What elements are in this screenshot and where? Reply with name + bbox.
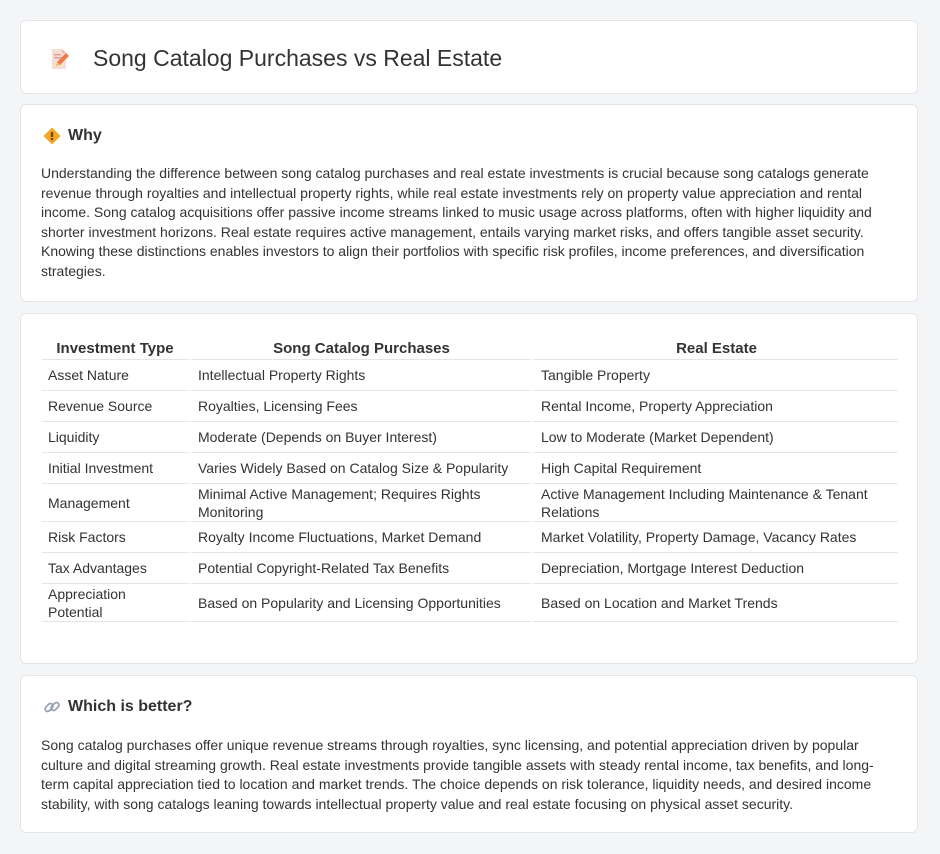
real-estate-cell: Based on Location and Market Trends: [531, 584, 898, 622]
song-catalog-cell: Moderate (Depends on Buyer Interest): [188, 422, 531, 453]
which-is-better-section: Which is better? Song catalog purchases …: [20, 675, 918, 833]
document-pencil-icon: [52, 48, 69, 69]
row-label: Risk Factors: [42, 522, 188, 553]
row-label: Asset Nature: [42, 360, 188, 391]
comparison-table: Investment Type Song Catalog Purchases R…: [42, 335, 898, 622]
real-estate-cell: Depreciation, Mortgage Interest Deductio…: [531, 553, 898, 584]
comparison-table-card: Investment Type Song Catalog Purchases R…: [20, 313, 918, 664]
header-song-catalog: Song Catalog Purchases: [188, 335, 531, 360]
table-row: Tax Advantages Potential Copyright-Relat…: [42, 553, 898, 584]
real-estate-cell: High Capital Requirement: [531, 453, 898, 484]
row-label: Revenue Source: [42, 391, 188, 422]
table-row: Management Minimal Active Management; Re…: [42, 484, 898, 522]
table-header-row: Investment Type Song Catalog Purchases R…: [42, 335, 898, 360]
page-title: Song Catalog Purchases vs Real Estate: [93, 45, 503, 71]
why-section: Why Understanding the difference between…: [20, 104, 918, 302]
better-paragraph: Song catalog purchases offer unique reve…: [41, 737, 874, 812]
table-row: Asset Nature Intellectual Property Right…: [42, 360, 898, 391]
header-investment-type: Investment Type: [42, 335, 188, 360]
real-estate-cell: Tangible Property: [531, 360, 898, 391]
real-estate-cell: Low to Moderate (Market Dependent): [531, 422, 898, 453]
row-label: Tax Advantages: [42, 553, 188, 584]
why-heading: Why: [68, 127, 102, 144]
song-catalog-cell: Based on Popularity and Licensing Opport…: [188, 584, 531, 622]
song-catalog-cell: Potential Copyright-Related Tax Benefits: [188, 553, 531, 584]
better-heading-row: Which is better?: [43, 698, 192, 716]
table-row: Risk Factors Royalty Income Fluctuations…: [42, 522, 898, 553]
song-catalog-cell: Royalties, Licensing Fees: [188, 391, 531, 422]
why-heading-row: Why: [43, 127, 102, 145]
row-label: Initial Investment: [42, 453, 188, 484]
table-row: Liquidity Moderate (Depends on Buyer Int…: [42, 422, 898, 453]
song-catalog-cell: Varies Widely Based on Catalog Size & Po…: [188, 453, 531, 484]
title-row: Song Catalog Purchases vs Real Estate: [47, 45, 502, 72]
real-estate-cell: Rental Income, Property Appreciation: [531, 391, 898, 422]
header-card: Song Catalog Purchases vs Real Estate: [20, 20, 918, 94]
song-catalog-cell: Intellectual Property Rights: [188, 360, 531, 391]
song-catalog-cell: Minimal Active Management; Requires Righ…: [188, 484, 531, 522]
song-catalog-cell: Royalty Income Fluctuations, Market Dema…: [188, 522, 531, 553]
diamond-sign-icon: [43, 127, 61, 145]
header-real-estate: Real Estate: [531, 335, 898, 360]
table-row: Revenue Source Royalties, Licensing Fees…: [42, 391, 898, 422]
row-label: Management: [42, 484, 188, 522]
table-row: Appreciation Potential Based on Populari…: [42, 584, 898, 622]
why-paragraph: Understanding the difference between son…: [41, 165, 872, 279]
better-heading: Which is better?: [68, 698, 193, 715]
link-icon: [44, 701, 60, 713]
real-estate-cell: Active Management Including Maintenance …: [531, 484, 898, 522]
row-label: Liquidity: [42, 422, 188, 453]
row-label: Appreciation Potential: [42, 584, 188, 622]
real-estate-cell: Market Volatility, Property Damage, Vaca…: [531, 522, 898, 553]
table-row: Initial Investment Varies Widely Based o…: [42, 453, 898, 484]
